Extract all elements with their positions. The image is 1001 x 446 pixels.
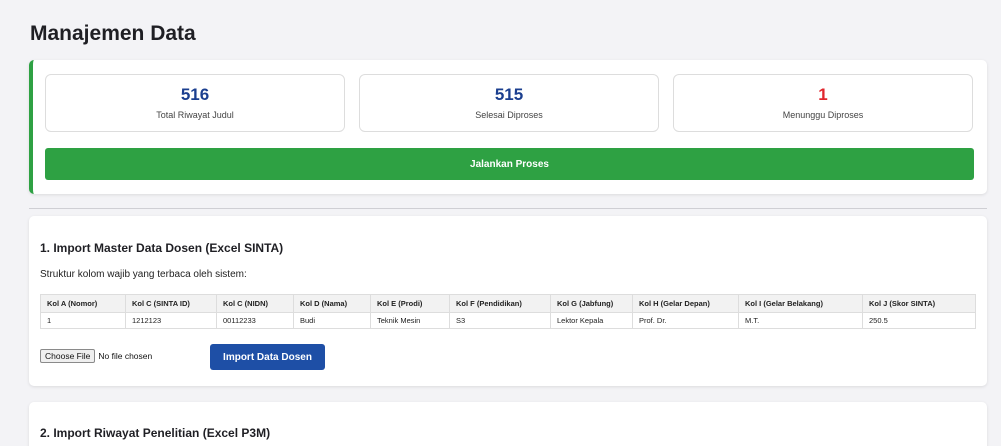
stat-label: Total Riwayat Judul xyxy=(156,110,234,120)
column-header: Kol D (Nama) xyxy=(293,294,371,313)
section-title: 2. Import Riwayat Penelitian (Excel P3M) xyxy=(40,426,271,440)
section-title: 1. Import Master Data Dosen (Excel SINTA… xyxy=(40,241,284,255)
run-process-button[interactable]: Jalankan Proses xyxy=(45,148,974,180)
table-cell: Budi xyxy=(293,312,371,329)
column-structure-table: Kol A (Nomor) Kol C (SINTA ID) Kol C (NI… xyxy=(40,294,976,329)
section-description: Struktur kolom wajib yang terbaca oleh s… xyxy=(40,269,247,280)
table-cell: 250.5 xyxy=(862,312,976,329)
stat-label: Menunggu Diproses xyxy=(782,110,864,120)
table-cell: 1212123 xyxy=(125,312,217,329)
column-header: Kol G (Jabfung) xyxy=(550,294,633,313)
column-header: Kol C (NIDN) xyxy=(216,294,294,313)
table-cell: 00112233 xyxy=(216,312,294,329)
import-dosen-section: 1. Import Master Data Dosen (Excel SINTA… xyxy=(29,216,987,386)
divider xyxy=(29,208,987,209)
page: Manajemen Data 516 Total Riwayat Judul 5… xyxy=(0,0,1001,446)
table-cell: S3 xyxy=(449,312,551,329)
stat-label: Selesai Diproses xyxy=(475,110,543,120)
stat-total-riwayat: 516 Total Riwayat Judul xyxy=(45,74,345,132)
table-header-row: Kol A (Nomor) Kol C (SINTA ID) Kol C (NI… xyxy=(40,294,976,313)
table-cell: Teknik Mesin xyxy=(370,312,450,329)
page-title: Manajemen Data xyxy=(30,22,196,45)
column-header: Kol J (Skor SINTA) xyxy=(862,294,976,313)
stat-value: 515 xyxy=(494,85,524,104)
choose-file-button[interactable]: Choose File xyxy=(40,349,96,363)
column-header: Kol E (Prodi) xyxy=(370,294,450,313)
table-row: 1 1212123 00112233 Budi Teknik Mesin S3 … xyxy=(40,312,976,329)
table-cell: 1 xyxy=(40,312,126,329)
stats-card: 516 Total Riwayat Judul 515 Selesai Dipr… xyxy=(29,60,987,194)
import-penelitian-section: 2. Import Riwayat Penelitian (Excel P3M) xyxy=(29,402,987,446)
stat-selesai-diproses: 515 Selesai Diproses xyxy=(359,74,659,132)
column-header: Kol A (Nomor) xyxy=(40,294,126,313)
stat-value: 516 xyxy=(180,85,210,104)
column-header: Kol H (Gelar Depan) xyxy=(632,294,739,313)
table-cell: Prof. Dr. xyxy=(632,312,739,329)
file-input[interactable]: Choose File No file chosen xyxy=(40,349,152,363)
import-dosen-button[interactable]: Import Data Dosen xyxy=(210,344,325,370)
stat-menunggu-diproses: 1 Menunggu Diproses xyxy=(673,74,973,132)
column-header: Kol C (SINTA ID) xyxy=(125,294,217,313)
column-header: Kol I (Gelar Belakang) xyxy=(738,294,863,313)
table-cell: M.T. xyxy=(738,312,863,329)
column-header: Kol F (Pendidikan) xyxy=(449,294,551,313)
file-status: No file chosen xyxy=(98,351,153,361)
table-cell: Lektor Kepala xyxy=(550,312,633,329)
stat-value: 1 xyxy=(818,85,828,104)
